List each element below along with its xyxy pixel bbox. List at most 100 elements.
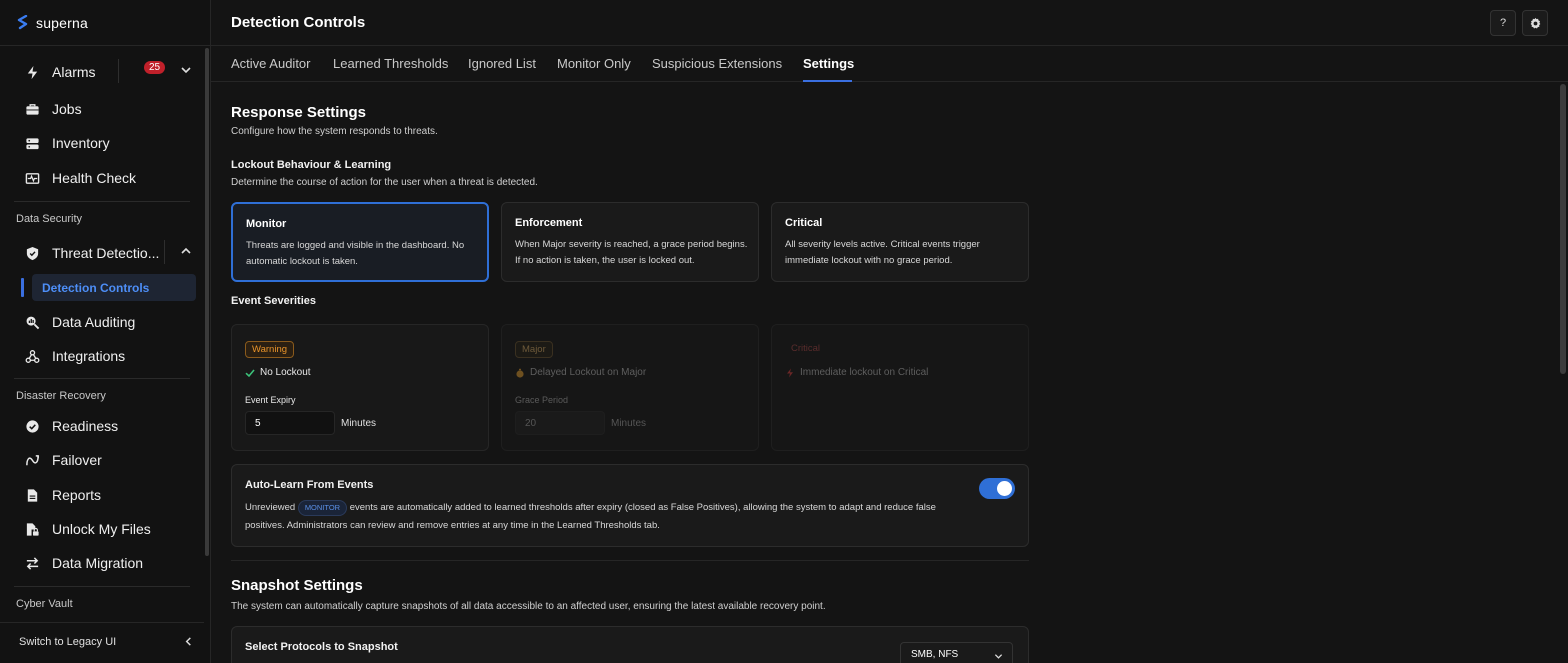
sidebar-item-jobs[interactable]: Jobs xyxy=(14,94,196,124)
gear-icon xyxy=(1530,17,1540,29)
sidebar-item-integrations[interactable]: Integrations xyxy=(14,341,196,371)
switch-legacy-ui-button[interactable]: Switch to Legacy UI xyxy=(0,622,204,660)
sidebar-item-data-migration[interactable]: Data Migration xyxy=(14,548,196,578)
severity-pill-major: Major xyxy=(515,341,553,358)
search-data-icon xyxy=(24,314,40,330)
event-expiry-input[interactable] xyxy=(245,411,335,435)
sidebar-scrollbar[interactable] xyxy=(205,48,209,556)
brand-logo[interactable]: superna xyxy=(0,0,210,46)
mode-card-monitor[interactable]: Monitor Threats are logged and visible i… xyxy=(231,202,489,282)
auto-learn-toggle[interactable] xyxy=(979,478,1015,499)
sidebar-item-label: Alarms xyxy=(52,64,96,80)
snapshot-settings-title: Snapshot Settings xyxy=(231,577,363,594)
event-severities-title: Event Severities xyxy=(231,295,316,307)
sidebar-item-alarms[interactable]: Alarms 25 xyxy=(14,57,196,87)
sidebar-item-threat-detection[interactable]: Threat Detectio... xyxy=(14,238,196,268)
sidebar-item-label: Integrations xyxy=(52,348,126,364)
sidebar-item-health-check[interactable]: Health Check xyxy=(14,163,196,193)
divider xyxy=(14,378,190,379)
tab-ignored-list[interactable]: Ignored List xyxy=(468,56,536,71)
lockout-desc: Determine the course of action for the u… xyxy=(231,177,538,188)
superna-logo-icon xyxy=(17,14,28,29)
severity-pill-critical: Critical xyxy=(791,343,821,354)
snapshot-settings-desc: The system can automatically capture sna… xyxy=(231,601,826,612)
mode-title: Critical xyxy=(785,217,823,229)
sidebar-item-inventory[interactable]: Inventory xyxy=(14,128,196,158)
sidebar-item-readiness[interactable]: Readiness xyxy=(14,411,196,441)
sidebar-item-label: Readiness xyxy=(52,418,119,434)
mode-title: Enforcement xyxy=(515,217,583,229)
mode-desc: When Major severity is reached, a grace … xyxy=(515,239,748,266)
help-button[interactable]: ? xyxy=(1490,10,1516,36)
lockout-title: Lockout Behaviour & Learning xyxy=(231,159,392,171)
section-label-cyber-vault: Cyber Vault xyxy=(16,598,73,610)
failover-icon xyxy=(24,452,40,468)
tab-active-auditor[interactable]: Active Auditor xyxy=(231,56,311,71)
chevron-left-icon[interactable] xyxy=(183,636,194,647)
auto-learn-title: Auto-Learn From Events xyxy=(245,479,374,491)
briefcase-icon xyxy=(24,101,40,117)
file-lock-icon xyxy=(24,521,40,537)
severity-card-critical: Critical Immediate lockout on Critical xyxy=(771,324,1029,451)
chevron-up-icon[interactable] xyxy=(180,245,192,257)
divider xyxy=(14,201,190,202)
lockout-status-label: Delayed Lockout on Major xyxy=(530,367,647,378)
chevron-down-icon xyxy=(994,654,1003,659)
tab-monitor-only[interactable]: Monitor Only xyxy=(557,56,631,71)
lockout-status-label: No Lockout xyxy=(260,367,311,378)
lockout-status: Immediate lockout on Critical xyxy=(785,367,928,378)
sidebar-item-unlock-my-files[interactable]: Unlock My Files xyxy=(14,514,196,544)
settings-button[interactable] xyxy=(1522,10,1548,36)
section-divider xyxy=(231,560,1029,561)
auto-learn-card: Auto-Learn From Events Unreviewed MONITO… xyxy=(231,464,1029,547)
lockout-status: No Lockout xyxy=(245,367,311,378)
main-content: Detection Controls ? Active Auditor Lear… xyxy=(211,0,1568,663)
sidebar-item-label: Health Check xyxy=(52,170,137,186)
sidebar-item-label: Reports xyxy=(52,487,102,503)
lightning-icon xyxy=(24,64,40,80)
tab-settings[interactable]: Settings xyxy=(803,56,854,71)
grace-period-input[interactable] xyxy=(515,411,605,435)
timer-icon xyxy=(516,368,524,378)
auto-learn-desc: Unreviewed MONITOR events are automatica… xyxy=(245,499,975,535)
tab-suspicious-extensions[interactable]: Suspicious Extensions xyxy=(652,56,782,71)
auto-learn-pre: Unreviewed xyxy=(245,502,296,513)
sidebar-item-failover[interactable]: Failover xyxy=(14,445,196,475)
section-label-disaster-recovery: Disaster Recovery xyxy=(16,390,106,402)
document-icon xyxy=(24,487,40,503)
mode-desc: All severity levels active. Critical eve… xyxy=(785,239,980,266)
chevron-down-icon[interactable] xyxy=(180,64,192,76)
alarm-count-badge: 25 xyxy=(144,61,166,74)
field-label: Grace Period xyxy=(515,395,569,405)
help-icon: ? xyxy=(1499,17,1507,29)
lockout-status-label: Immediate lockout on Critical xyxy=(800,367,929,378)
sidebar-item-label: Unlock My Files xyxy=(52,521,151,537)
tab-learned-thresholds[interactable]: Learned Thresholds xyxy=(333,56,448,71)
sidebar-item-label: Threat Detectio... xyxy=(52,245,160,261)
check-circle-icon xyxy=(24,418,40,434)
webhook-icon xyxy=(24,348,40,364)
divider xyxy=(164,240,165,264)
active-tab-underline xyxy=(803,80,852,82)
sidebar: superna Alarms 25 Jobs Inventory Health … xyxy=(0,0,211,663)
server-icon xyxy=(24,135,40,151)
toggle-knob xyxy=(997,481,1012,496)
monitor-tag: MONITOR xyxy=(297,500,348,516)
sidebar-item-label: Data Auditing xyxy=(52,314,136,330)
divider xyxy=(14,586,190,587)
sidebar-item-reports[interactable]: Reports xyxy=(14,480,196,510)
mode-desc: Threats are logged and visible in the da… xyxy=(246,240,465,267)
sidebar-item-label: Data Migration xyxy=(52,555,144,571)
top-bar: Detection Controls xyxy=(211,0,1568,46)
severity-card-major: Major Delayed Lockout on Major Grace Per… xyxy=(501,324,759,451)
sidebar-item-data-auditing[interactable]: Data Auditing xyxy=(14,307,196,337)
section-label-data-security: Data Security xyxy=(16,213,83,225)
main-scrollbar[interactable] xyxy=(1560,84,1566,374)
sidebar-item-detection-controls[interactable]: Detection Controls xyxy=(32,274,196,301)
mode-card-enforcement[interactable]: Enforcement When Major severity is reach… xyxy=(501,202,759,282)
auto-learn-post: events are automatically added to learne… xyxy=(245,502,936,531)
mode-title: Monitor xyxy=(246,218,287,230)
lockout-status: Delayed Lockout on Major xyxy=(515,367,646,378)
protocols-select[interactable]: SMB, NFS xyxy=(900,642,1013,663)
mode-card-critical[interactable]: Critical All severity levels active. Cri… xyxy=(771,202,1029,282)
